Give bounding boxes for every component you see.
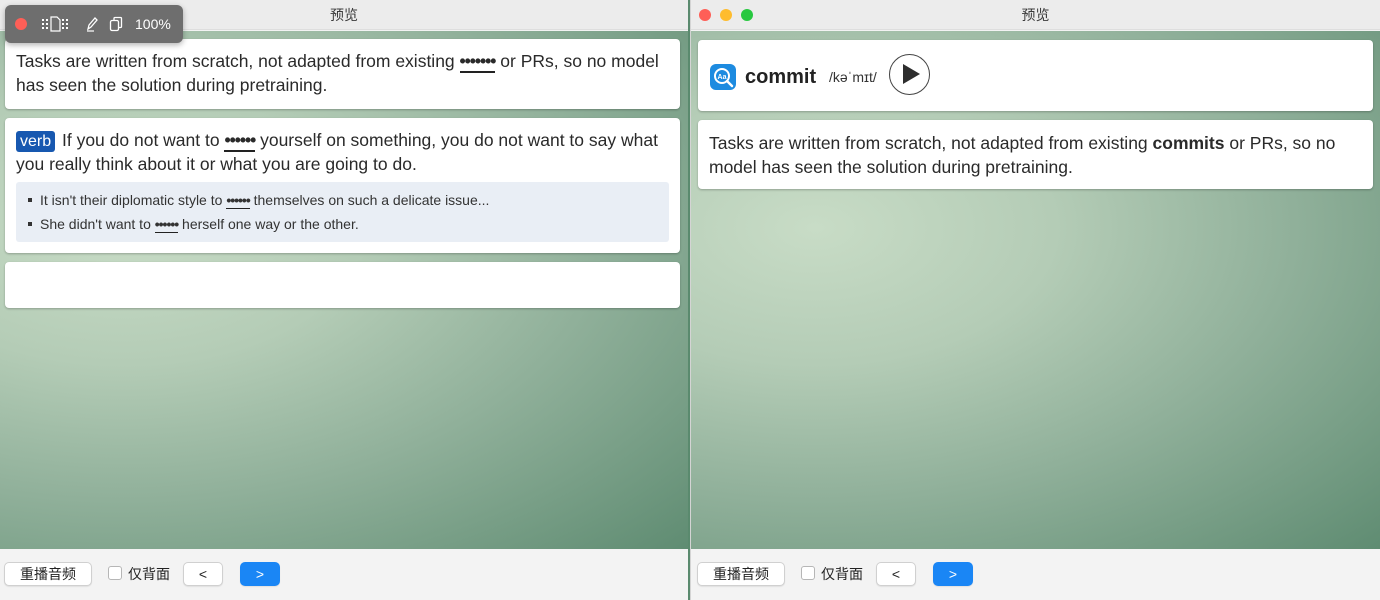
cloze-blank: ••••••: [154, 216, 179, 233]
front-card: Tasks are written from scratch, not adap…: [5, 39, 680, 109]
example-list: It isn't their diplomatic style to •••••…: [16, 182, 669, 242]
definition-text: verb If you do not want to •••••• yourse…: [16, 130, 658, 174]
close-window-icon[interactable]: [699, 9, 711, 21]
sentence-text: Tasks are written from scratch, not adap…: [709, 133, 1336, 177]
replay-audio-button[interactable]: 重播音频: [4, 562, 92, 586]
example-item: It isn't their diplomatic style to •••••…: [28, 188, 659, 212]
window-controls: [699, 9, 753, 21]
dictionary-icon: Aa: [710, 64, 736, 90]
right-card-area[interactable]: Aa commit /kəˈmɪt/ Tasks are written fro…: [691, 31, 1380, 549]
svg-text:Aa: Aa: [718, 74, 727, 81]
replay-audio-button[interactable]: 重播音频: [697, 562, 785, 586]
markup-pencil-icon[interactable]: [85, 16, 99, 32]
zoom-level[interactable]: 100%: [135, 15, 171, 33]
right-titlebar: 预览: [691, 0, 1380, 30]
sidebar-page-icon[interactable]: [41, 16, 69, 32]
next-button[interactable]: >: [240, 562, 280, 586]
phonetic: /kəˈmɪt/: [829, 69, 877, 85]
back-only-label: 仅背面: [821, 566, 863, 582]
cloze-blank: •••••••: [459, 51, 496, 73]
right-preview-window: 预览 Aa commit /kəˈmɪt/ Tasks are written …: [690, 0, 1380, 600]
prev-button[interactable]: <: [876, 562, 916, 586]
headword: commit: [745, 66, 817, 88]
right-window-title: 预览: [1021, 7, 1050, 23]
back-only-label: 仅背面: [128, 566, 170, 582]
prev-button[interactable]: <: [183, 562, 223, 586]
cloze-blank: ••••••: [224, 130, 256, 152]
left-preview-window: 预览 Tasks are written from scratch, not a…: [0, 0, 688, 600]
right-bottom-bar: 重播音频 仅背面 < >: [691, 549, 1380, 600]
empty-card: [5, 262, 680, 308]
next-button[interactable]: >: [933, 562, 973, 586]
floating-toolbar: 100%: [5, 5, 183, 43]
highlighted-word: commits: [1152, 133, 1225, 153]
minimize-window-icon[interactable]: [720, 9, 732, 21]
front-card-text: Tasks are written from scratch, not adap…: [16, 51, 659, 95]
back-only-checkbox[interactable]: [801, 566, 815, 580]
word-card: Aa commit /kəˈmɪt/: [698, 40, 1373, 111]
copy-icon[interactable]: [109, 16, 123, 32]
play-icon[interactable]: [889, 54, 930, 95]
left-bottom-bar: 重播音频 仅背面 < >: [0, 549, 688, 600]
sentence-card: Tasks are written from scratch, not adap…: [698, 120, 1373, 189]
pos-badge: verb: [16, 131, 56, 152]
left-card-area[interactable]: Tasks are written from scratch, not adap…: [0, 31, 688, 549]
back-only-checkbox[interactable]: [108, 566, 122, 580]
example-item: She didn't want to •••••• herself one wa…: [28, 212, 659, 236]
cloze-blank: ••••••: [226, 192, 251, 209]
zoom-window-icon[interactable]: [741, 9, 753, 21]
toolbar-close-icon[interactable]: [15, 18, 27, 30]
definition-card: verb If you do not want to •••••• yourse…: [5, 118, 680, 253]
left-window-title: 预览: [330, 7, 358, 23]
